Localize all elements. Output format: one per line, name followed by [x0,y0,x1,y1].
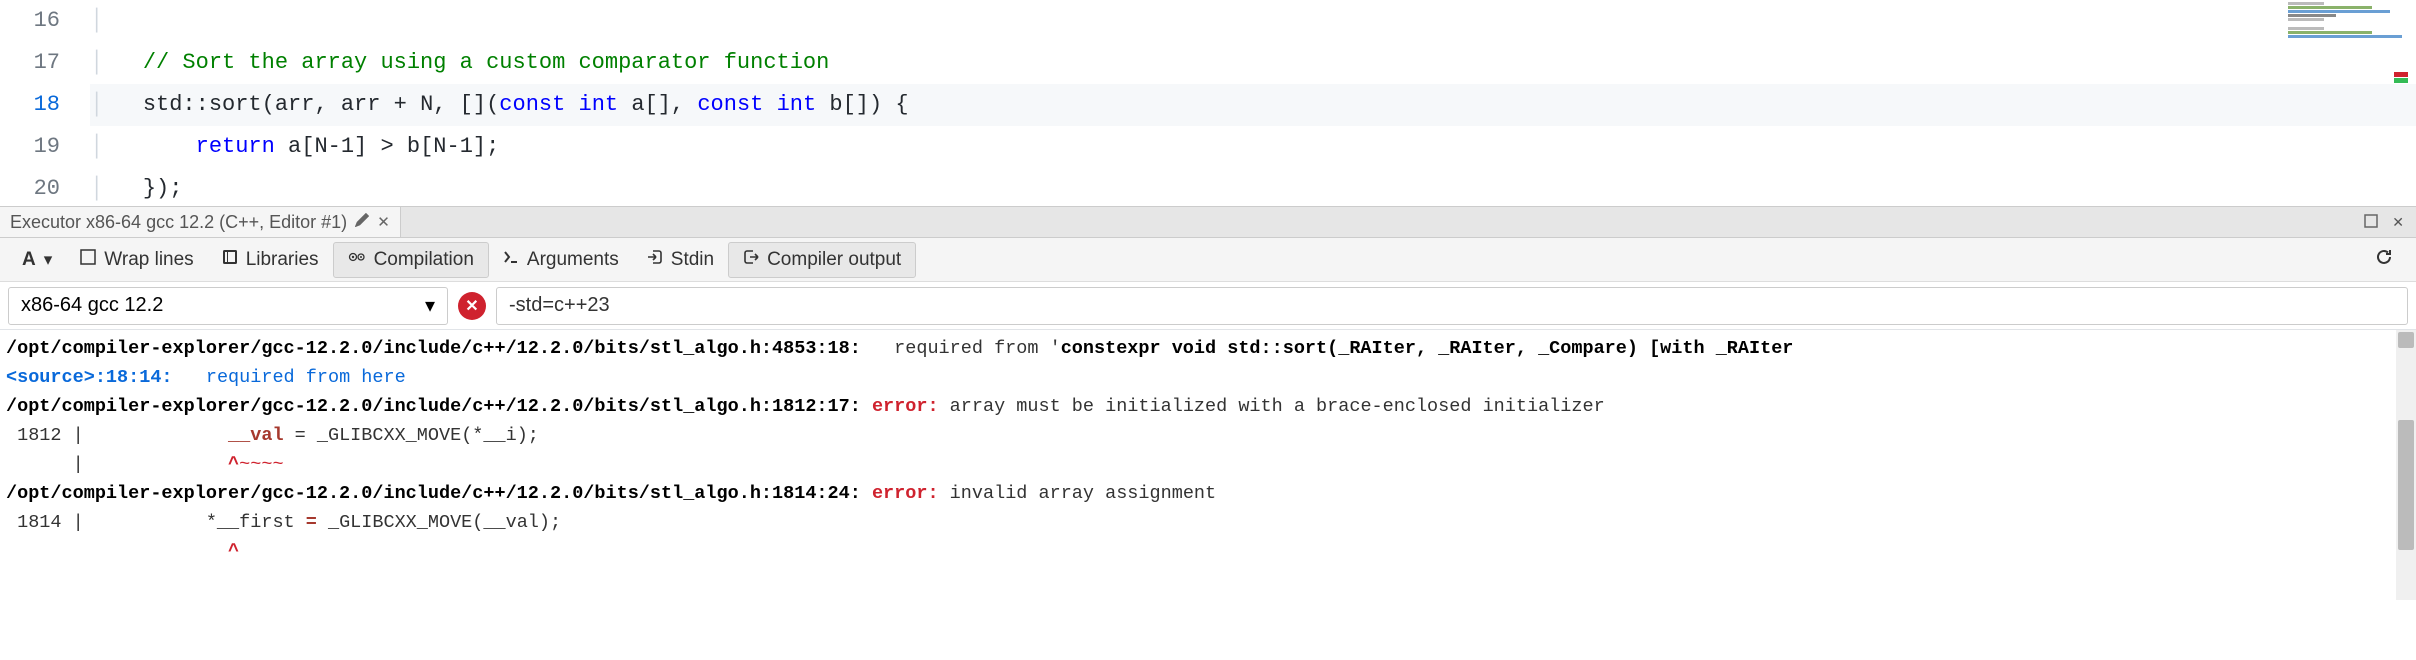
code-editor[interactable]: 1617181920 │ │ // Sort the array using a… [0,0,2416,206]
scrollbar-thumb-top[interactable] [2398,332,2414,348]
line-number: 16 [0,0,60,42]
compiler-output-button[interactable]: Compiler output [728,242,916,278]
code-line[interactable]: │ }); [90,168,2416,210]
line-number-gutter: 1617181920 [0,0,90,206]
line-number: 20 [0,168,60,210]
output-line: | ^~~~~ [6,450,2410,479]
line-number: 19 [0,126,60,168]
close-icon[interactable]: ✕ [377,213,390,231]
output-line: /opt/compiler-explorer/gcc-12.2.0/includ… [6,392,2410,421]
caret-down-icon: ▾ [44,250,53,270]
output-line: 1812 | __val = _GLIBCXX_MOVE(*__i); [6,421,2410,450]
close-panel-icon[interactable]: ✕ [2392,214,2404,231]
executor-toolbar: A ▾ Wrap lines Libraries Compilation Arg… [0,238,2416,282]
compiler-output-pane[interactable]: /opt/compiler-explorer/gcc-12.2.0/includ… [0,330,2416,600]
compiler-output-text: /opt/compiler-explorer/gcc-12.2.0/includ… [0,330,2416,570]
wrap-lines-button[interactable]: Wrap lines [66,243,207,277]
compiler-flags-input[interactable] [496,287,2408,325]
code-line[interactable]: │ return a[N-1] > b[N-1]; [90,126,2416,168]
executor-tab[interactable]: Executor x86-64 gcc 12.2 (C++, Editor #1… [0,207,401,237]
output-line: 1814 | *__first = _GLIBCXX_MOVE(__val); [6,508,2410,537]
line-number: 18 [0,84,60,126]
output-line: <source>:18:14: required from here [6,363,2410,392]
output-line: ^ [6,537,2410,566]
stdin-button[interactable]: Stdin [633,243,728,277]
gears-icon [348,249,366,270]
status-error-indicator[interactable]: ✕ [458,292,486,320]
output-line: /opt/compiler-explorer/gcc-12.2.0/includ… [6,479,2410,508]
terminal-icon [503,249,519,270]
font-button[interactable]: A ▾ [8,243,66,277]
compiler-select[interactable]: x86-64 gcc 12.2 ▾ [8,287,448,325]
compiler-row: x86-64 gcc 12.2 ▾ ✕ [0,282,2416,330]
libraries-button[interactable]: Libraries [208,243,333,277]
code-line[interactable]: │ // Sort the array using a custom compa… [90,42,2416,84]
caret-down-icon: ▾ [425,293,435,318]
maximize-icon[interactable] [2364,214,2378,231]
code-line[interactable]: │ std::sort(arr, arr + N, [](const int a… [90,84,2416,126]
book-icon [222,249,238,270]
compilation-button[interactable]: Compilation [333,242,489,278]
refresh-button[interactable] [2360,241,2408,278]
sign-in-icon [647,249,663,270]
minimap[interactable] [2288,2,2408,62]
scrollbar-thumb[interactable] [2398,420,2414,550]
line-number: 17 [0,42,60,84]
square-icon [80,249,96,270]
x-icon: ✕ [465,296,478,316]
sign-out-icon [743,249,759,270]
pencil-icon[interactable] [355,213,369,231]
code-line[interactable]: │ [90,0,2416,42]
panel-tab-bar: Executor x86-64 gcc 12.2 (C++, Editor #1… [0,206,2416,238]
output-line: /opt/compiler-explorer/gcc-12.2.0/includ… [6,334,2410,363]
refresh-icon [2374,247,2394,272]
code-content[interactable]: │ │ // Sort the array using a custom com… [90,0,2416,206]
tab-title: Executor x86-64 gcc 12.2 (C++, Editor #1… [10,212,347,233]
output-scrollbar[interactable] [2396,330,2416,600]
arguments-button[interactable]: Arguments [489,243,633,277]
